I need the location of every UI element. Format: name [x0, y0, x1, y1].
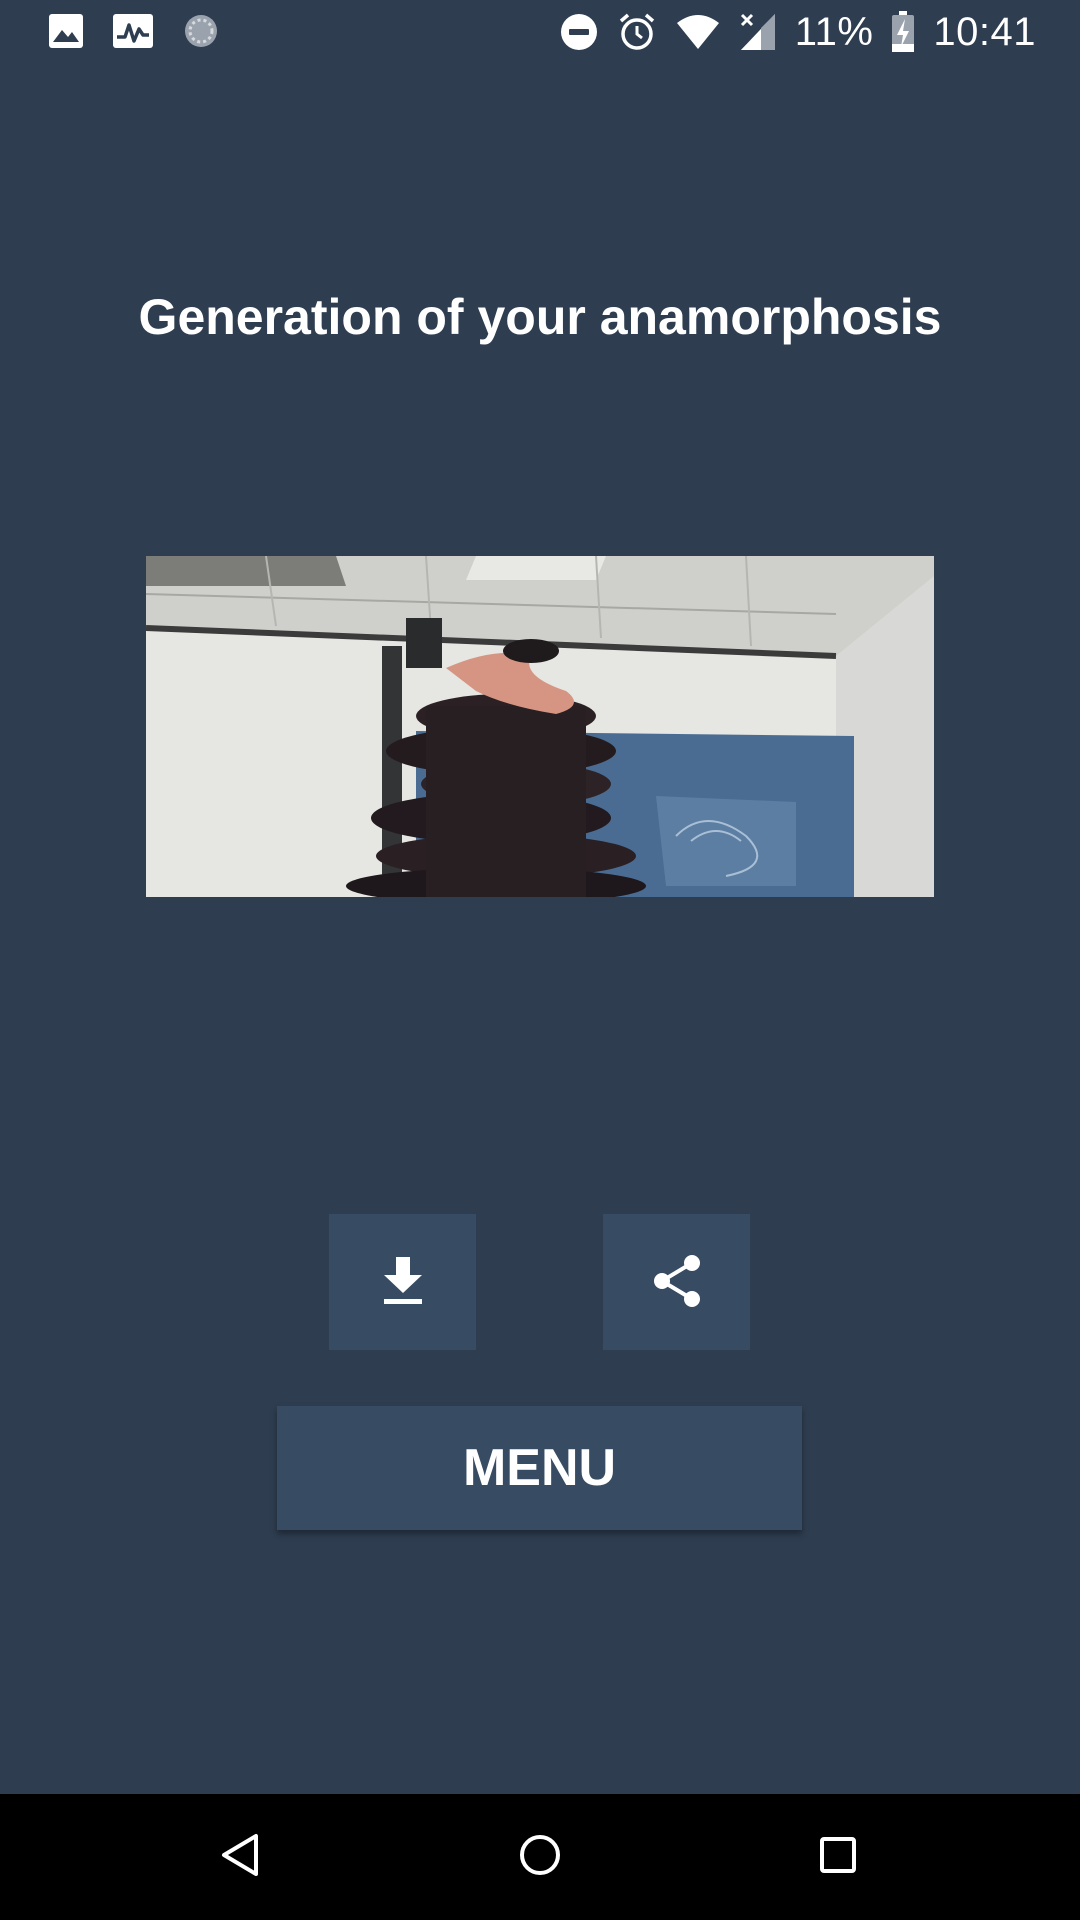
menu-button[interactable]: MENU: [277, 1406, 802, 1530]
recents-button[interactable]: [778, 1794, 898, 1920]
status-right: 11% 10:41: [559, 8, 1036, 56]
share-icon: [651, 1253, 703, 1312]
clock: 10:41: [933, 9, 1036, 54]
activity-icon: [112, 13, 154, 49]
alarm-icon: [617, 12, 657, 52]
wifi-icon: [675, 13, 721, 51]
home-icon: [518, 1833, 562, 1882]
home-button[interactable]: [480, 1794, 600, 1920]
gallery-icon: [48, 13, 84, 49]
battery-charging-icon: [891, 11, 915, 53]
screen: 11% 10:41 Generation of your anamorphosi…: [0, 0, 1080, 1920]
back-icon: [220, 1833, 260, 1882]
do-not-disturb-icon: [559, 12, 599, 52]
status-left: [48, 12, 220, 50]
navigation-bar: [0, 1794, 1080, 1920]
loading-icon: [182, 12, 220, 50]
download-icon: [382, 1256, 424, 1308]
download-button[interactable]: [329, 1214, 476, 1350]
recents-icon: [818, 1835, 858, 1880]
anamorphosis-preview-image: [146, 556, 934, 897]
status-bar: 11% 10:41: [0, 0, 1080, 64]
page-title: Generation of your anamorphosis: [138, 289, 942, 345]
cell-signal-icon: [739, 12, 777, 52]
share-button[interactable]: [603, 1214, 750, 1350]
back-button[interactable]: [180, 1794, 300, 1920]
battery-percentage: 11%: [794, 9, 874, 54]
